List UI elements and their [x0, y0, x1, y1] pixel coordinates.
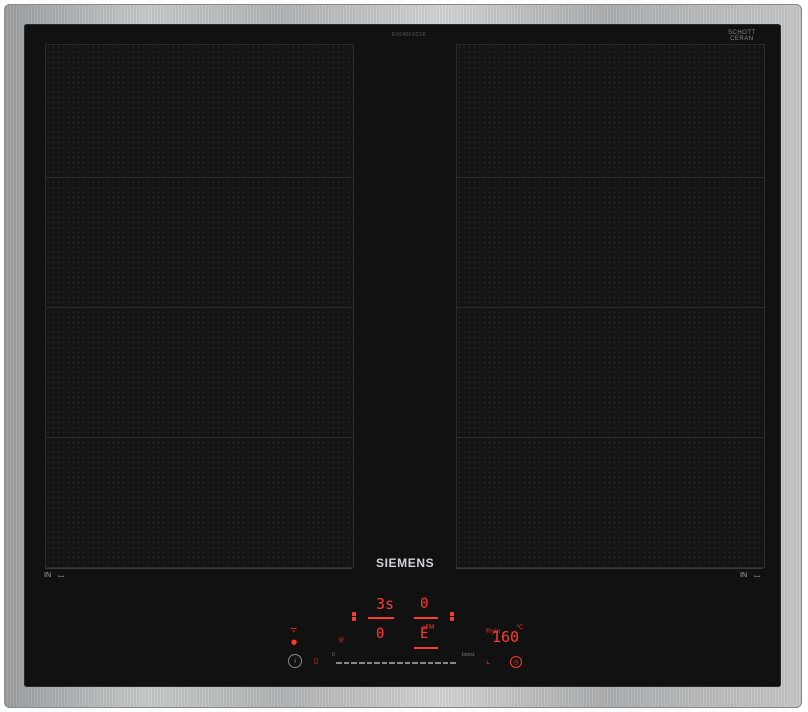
- zone-divider: [46, 437, 353, 438]
- power-level-slider[interactable]: [336, 662, 456, 666]
- model-code: EX645FXC1E: [392, 32, 427, 38]
- right-zone-baseline: [456, 568, 763, 569]
- right-zone-selector[interactable]: [450, 612, 454, 621]
- zone-divider: [457, 177, 764, 178]
- zone-indicator-line: [414, 647, 438, 649]
- zone-indicator-line: [414, 617, 438, 619]
- temperature-readout: 160: [492, 628, 520, 646]
- pan-sensor-icon: ⌴: [754, 570, 761, 579]
- wifi-icon[interactable]: ᯤ: [290, 624, 297, 635]
- sun-icon[interactable]: ☼: [337, 636, 345, 646]
- zone-divider: [46, 177, 353, 178]
- info-icon[interactable]: i: [288, 654, 302, 668]
- lock-icon[interactable]: ▯: [314, 657, 318, 665]
- slider-start-label: 0: [332, 652, 335, 658]
- left-flex-induction-zone[interactable]: [45, 44, 354, 568]
- zone-sub-label: oFM: [422, 624, 435, 631]
- frying-sensor-icon[interactable]: ⌞: [486, 656, 490, 666]
- timer-icon[interactable]: ◷: [510, 656, 522, 668]
- zone-divider: [457, 307, 764, 308]
- glass-brand-logo: SCHOTT CERAN: [728, 30, 756, 42]
- zone-divider: [46, 307, 353, 308]
- display-top-left[interactable]: 3s: [376, 597, 394, 612]
- slider-end-label: boost: [462, 652, 475, 658]
- zone-divider: [457, 437, 764, 438]
- status-dot-icon: ●: [291, 638, 298, 646]
- right-flex-induction-zone[interactable]: [456, 44, 765, 568]
- left-zone-in-label: IN: [44, 572, 51, 579]
- zone-indicator-line: [368, 617, 394, 619]
- pan-sensor-icon: ⌴: [58, 570, 65, 579]
- left-zone-baseline: [45, 568, 352, 569]
- ceramic-glass-surface: EX645FXC1E SCHOTT CERAN SIEMENS IN ⌴ IN …: [24, 24, 781, 687]
- display-top-right[interactable]: 0: [420, 597, 428, 612]
- brand-logo: SIEMENS: [376, 556, 435, 570]
- display-bottom-left[interactable]: 0: [376, 627, 384, 642]
- left-zone-selector[interactable]: [352, 612, 356, 621]
- right-zone-in-label: IN: [740, 572, 747, 579]
